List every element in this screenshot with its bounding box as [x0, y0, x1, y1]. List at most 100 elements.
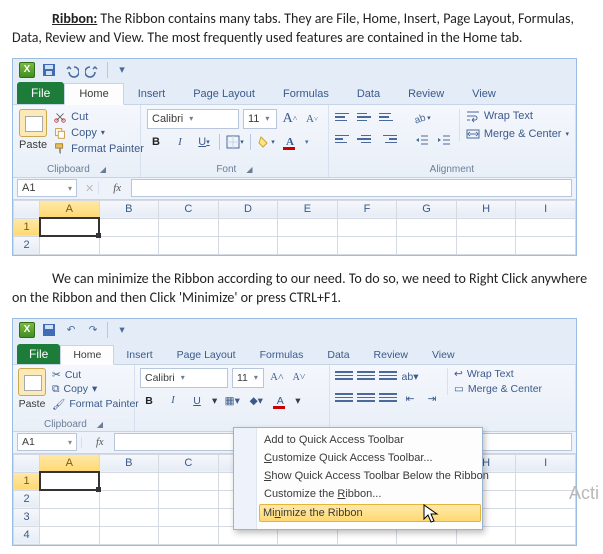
chevron-down-icon: ▾ [265, 114, 269, 123]
borders-button[interactable]: ▦▾ [223, 392, 241, 410]
underline-button[interactable]: U▾ [195, 133, 213, 151]
qat-customize-icon[interactable]: ▾ [114, 322, 130, 338]
tab-data[interactable]: Data [343, 84, 394, 104]
wrap-text-button[interactable]: ↩Wrap Text [454, 368, 542, 380]
col-header-a[interactable]: A [40, 200, 100, 218]
italic-button[interactable]: I [164, 392, 182, 410]
increase-indent-button[interactable] [435, 131, 453, 149]
paste-button[interactable]: Paste [19, 109, 47, 151]
shrink-font-button[interactable]: A˅ [290, 369, 308, 387]
font-size-combo[interactable]: 11▾ [243, 109, 277, 129]
tab-page-layout[interactable]: Page Layout [179, 84, 269, 104]
col-header-h[interactable]: H [456, 200, 516, 218]
ctx-customize-qat[interactable]: Customize Quick Access Toolbar... [260, 449, 480, 467]
formula-input[interactable] [131, 179, 572, 197]
excel-app-icon[interactable]: X [19, 62, 35, 78]
ctx-minimize-ribbon[interactable]: Minimize the Ribbon [259, 504, 481, 522]
qat-customize-icon[interactable]: ▾ [114, 62, 130, 78]
align-left-button[interactable] [335, 131, 353, 147]
clipboard-launcher-icon[interactable]: ◢ [100, 165, 106, 174]
wrap-text-icon: ↩ [454, 368, 463, 380]
copy-button[interactable]: ⧉Copy ▾ [52, 382, 139, 397]
shrink-font-button[interactable]: A˅ [303, 110, 321, 128]
fx-icon[interactable]: fx [98, 182, 131, 194]
italic-button[interactable]: I [171, 133, 189, 151]
worksheet-grid[interactable]: A B C D E F G H I 1 2 [13, 200, 576, 255]
ctx-add-to-qat[interactable]: Add to Quick Access Toolbar [260, 431, 480, 449]
col-header-i[interactable]: I [516, 200, 576, 218]
tab-file[interactable]: File [17, 344, 60, 364]
select-all-corner[interactable] [14, 200, 40, 218]
tab-file[interactable]: File [17, 82, 64, 104]
tab-review[interactable]: Review [362, 346, 420, 364]
grow-font-button[interactable]: A˄ [268, 369, 286, 387]
cancel-formula-icon[interactable]: ✕ [81, 182, 98, 195]
tab-formulas[interactable]: Formulas [248, 346, 316, 364]
tab-insert[interactable]: Insert [114, 346, 164, 364]
col-header-d[interactable]: D [218, 200, 278, 218]
cut-button[interactable]: Cut [53, 109, 144, 125]
bold-button[interactable]: B [140, 392, 158, 410]
format-painter-button[interactable]: 🖌Format Painter [52, 397, 139, 412]
col-header-g[interactable]: G [397, 200, 457, 218]
tab-home[interactable]: Home [60, 345, 114, 365]
col-header-c[interactable]: C [159, 200, 219, 218]
font-name-combo[interactable]: Calibri▾ [140, 368, 228, 388]
row-header-1[interactable]: 1 [14, 218, 40, 236]
decrease-indent-button[interactable] [413, 131, 431, 149]
name-box[interactable]: A1▾ [17, 433, 77, 451]
tab-home[interactable]: Home [64, 83, 123, 105]
qat-separator [107, 62, 108, 78]
font-color-button[interactable]: A [281, 133, 299, 151]
col-header-b[interactable]: B [99, 200, 159, 218]
tab-review[interactable]: Review [394, 84, 458, 104]
fill-color-button[interactable]: ◆▾ [247, 392, 265, 410]
font-name-combo[interactable]: Calibri▾ [147, 109, 239, 129]
fx-icon[interactable]: fx [81, 437, 114, 448]
tab-page-layout[interactable]: Page Layout [165, 346, 248, 364]
align-center-button[interactable] [357, 131, 375, 147]
redo-icon[interactable] [85, 62, 101, 78]
fill-color-button[interactable]: ▾ [257, 133, 275, 151]
font-color-button[interactable]: A [271, 392, 289, 410]
tab-formulas[interactable]: Formulas [269, 84, 343, 104]
wrap-text-button[interactable]: Wrap Text [466, 109, 569, 123]
format-painter-button[interactable]: Format Painter [53, 141, 144, 157]
font-launcher-icon[interactable]: ◢ [246, 165, 252, 174]
undo-icon[interactable]: ↶ [63, 322, 79, 338]
orientation-button[interactable]: ab▾ [413, 109, 431, 127]
ctx-show-qat-below[interactable]: Show Quick Access Toolbar Below the Ribb… [260, 467, 480, 485]
tab-data[interactable]: Data [315, 346, 361, 364]
align-right-button[interactable] [379, 131, 397, 147]
merge-center-button[interactable]: Merge & Center ▾ [466, 127, 569, 141]
align-top-button[interactable] [335, 109, 353, 125]
tab-insert[interactable]: Insert [124, 84, 180, 104]
row-header-2[interactable]: 2 [14, 236, 40, 254]
tab-view[interactable]: View [458, 84, 510, 104]
ctx-customize-ribbon[interactable]: Customize the Ribbon... [260, 485, 480, 503]
wrap-text-label: Wrap Text [484, 110, 533, 122]
tab-view[interactable]: View [420, 346, 467, 364]
doc-paragraph-minimize: We can minimize the Ribbon according to … [12, 270, 591, 308]
grow-font-button[interactable]: A˄ [281, 110, 299, 128]
bold-button[interactable]: B [147, 133, 165, 151]
merge-center-button[interactable]: ▭Merge & Center [454, 383, 542, 395]
redo-icon[interactable]: ↷ [85, 322, 101, 338]
save-icon[interactable] [41, 322, 57, 338]
cell-a1[interactable] [40, 218, 100, 236]
paste-button[interactable]: Paste [18, 368, 46, 410]
save-icon[interactable] [41, 62, 57, 78]
col-header-f[interactable]: F [337, 200, 397, 218]
name-box[interactable]: A1▾ [17, 179, 77, 197]
undo-icon[interactable] [63, 62, 79, 78]
align-middle-button[interactable] [357, 109, 375, 125]
align-bottom-button[interactable] [379, 109, 397, 125]
excel-app-icon[interactable]: X [19, 322, 35, 338]
font-size-combo[interactable]: 11▾ [232, 368, 264, 388]
borders-button[interactable]: ▾ [226, 133, 244, 151]
col-header-e[interactable]: E [278, 200, 338, 218]
cut-button[interactable]: ✂Cut [52, 368, 139, 382]
mouse-cursor-icon [423, 504, 439, 524]
copy-button[interactable]: Copy ▾ [53, 125, 144, 141]
underline-button[interactable]: U [188, 392, 206, 410]
